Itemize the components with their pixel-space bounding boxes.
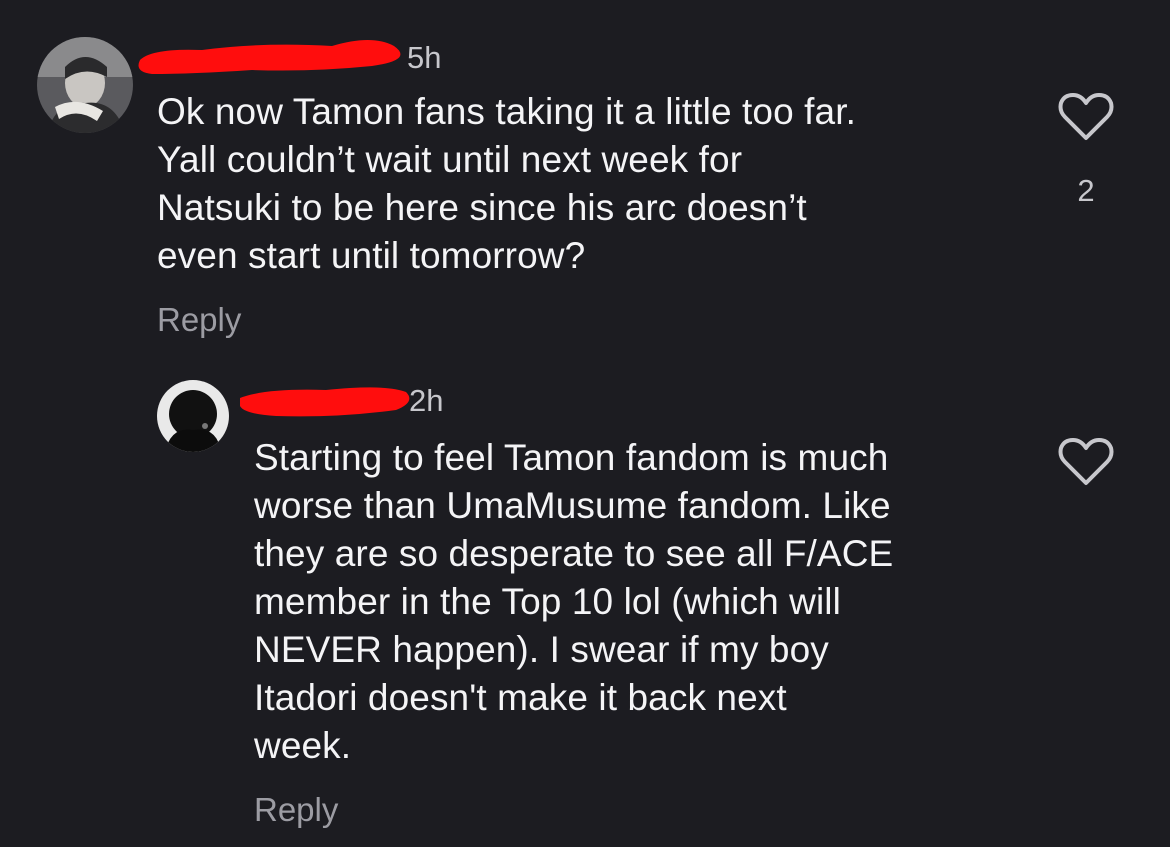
avatar[interactable] (157, 380, 229, 452)
comment-timestamp: 5h (407, 40, 442, 75)
avatar[interactable] (37, 37, 133, 133)
reply-button[interactable]: Reply (254, 791, 338, 829)
like-button[interactable] (1058, 92, 1114, 147)
comment-body: Ok now Tamon fans taking it a little too… (157, 91, 856, 276)
heart-outline-icon (1058, 93, 1114, 140)
like-count: 2 (1077, 173, 1095, 208)
user-avatar-icon (37, 37, 133, 133)
reply-button[interactable]: Reply (157, 301, 241, 339)
like-button[interactable] (1058, 437, 1114, 492)
user-avatar-icon (157, 380, 229, 452)
comment-timestamp: 2h (409, 383, 444, 418)
redacted-username (236, 378, 416, 427)
redacted-username (132, 30, 422, 85)
comment-body: Starting to feel Tamon fandom is much wo… (254, 437, 894, 766)
heart-outline-icon (1058, 438, 1114, 485)
